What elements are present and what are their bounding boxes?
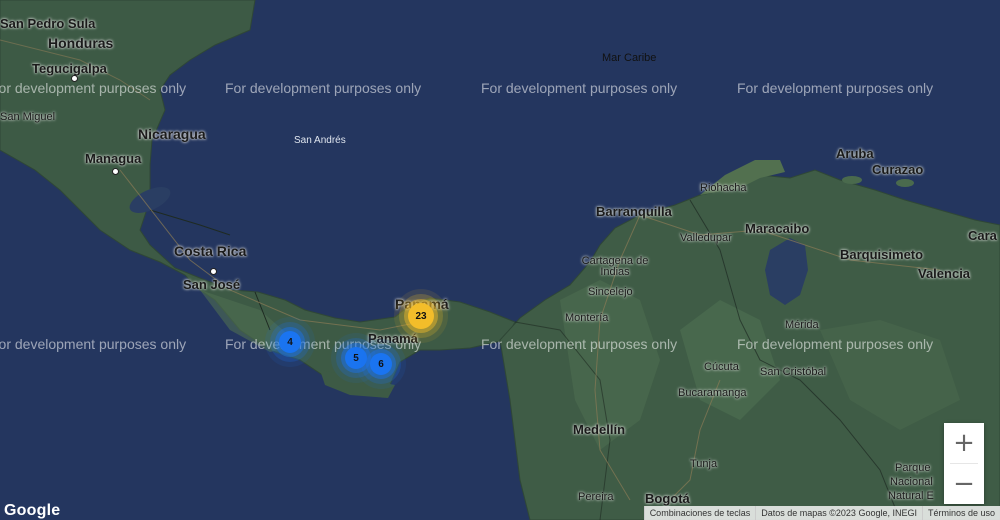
city-label: Cúcuta [704,361,739,373]
map-data-text: Datos de mapas ©2023 Google, INEGI [755,506,922,520]
watermark-text: For development purposes only [737,80,934,96]
island-label: San Andrés [294,135,346,146]
keyboard-shortcuts-link[interactable]: Combinaciones de teclas [643,506,756,520]
park-label: Natural E [888,490,934,502]
city-label: Tunja [690,458,718,470]
watermark-text: For development purposes only [0,336,187,352]
map-canvas[interactable]: For development purposes only For develo… [0,0,1000,520]
city-dot [112,168,119,175]
sea-label: Mar Caribe [602,52,657,64]
city-label: Mérida [785,319,819,331]
city-label: San José [183,277,241,292]
watermark-text: For development purposes only [481,336,678,352]
island-label: Curazao [872,162,924,177]
watermark-text: For development purposes only [225,80,422,96]
city-label: Montería [565,312,609,324]
city-label: Maracaibo [745,221,810,236]
city-label: San Cristóbal [760,366,827,378]
city-label: Cartagena de Indias [581,255,649,278]
city-label: Bogotá [645,491,690,506]
city-label: Pereira [578,491,614,503]
zoom-in-button[interactable]: + [944,423,984,463]
watermark-text: For development purposes only [0,80,187,96]
marker-cluster[interactable]: 23 [408,303,434,329]
city-label: Barquisimeto [840,247,924,262]
country-label: Nicaragua [138,126,206,142]
city-label: Cara [968,228,997,243]
park-label: Nacional [890,476,933,488]
city-label: Valledupar [680,232,732,244]
city-label: San Pedro Sula [0,16,96,31]
park-label: Parque [895,462,931,474]
watermark-text: For development purposes only [737,336,934,352]
city-label: San Miguel [0,111,56,123]
city-label: Riohacha [700,182,747,194]
country-label: Costa Rica [174,243,247,259]
city-label: Barranquilla [596,204,672,219]
attribution-bar: Combinaciones de teclas Datos de mapas ©… [643,506,1000,520]
city-dot [71,75,78,82]
country-label: Honduras [48,35,114,51]
city-label: Sincelejo [588,286,633,298]
zoom-control: + − [944,423,984,504]
island-label: Aruba [836,146,874,161]
city-label: Panamá [368,331,418,346]
city-dot [210,268,217,275]
marker-cluster[interactable]: 6 [370,353,392,375]
city-label: Valencia [918,266,971,281]
city-label: Bucaramanga [678,387,747,399]
city-label: Medellín [573,422,626,437]
city-label: Managua [85,151,142,166]
marker-cluster[interactable]: 4 [279,331,301,353]
marker-cluster[interactable]: 5 [345,347,367,369]
terms-link[interactable]: Términos de uso [921,506,1000,520]
watermark-text: For development purposes only [481,80,678,96]
city-label: Tegucigalpa [32,61,107,76]
zoom-out-button[interactable]: − [944,464,984,504]
google-logo[interactable]: Google [4,502,60,520]
